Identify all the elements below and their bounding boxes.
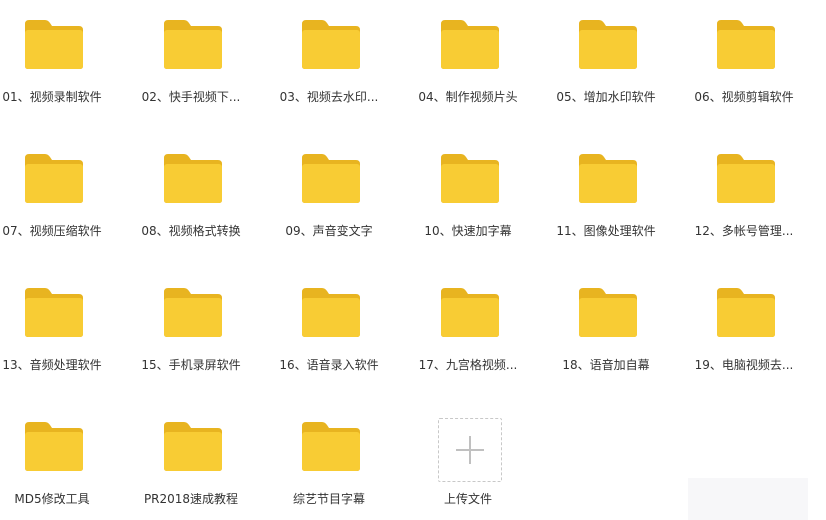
- folder-icon: [439, 18, 501, 70]
- upload-label: 上传文件: [443, 492, 492, 506]
- folder-label: 05、增加水印软件: [556, 90, 656, 104]
- upload-item[interactable]: 上传文件: [400, 402, 536, 512]
- folder-item[interactable]: 10、快速加字幕: [400, 134, 536, 244]
- folder-item[interactable]: MD5修改工具: [0, 402, 120, 512]
- folder-icon: [300, 18, 362, 70]
- folder-icon: [715, 18, 777, 70]
- corner-overlay: [688, 478, 808, 520]
- folder-icon: [577, 286, 639, 338]
- folder-item[interactable]: 06、视频剪辑软件: [676, 0, 812, 110]
- folder-icon: [577, 18, 639, 70]
- folder-item[interactable]: 综艺节目字幕: [261, 402, 397, 512]
- folder-label: 08、视频格式转换: [141, 224, 241, 238]
- folder-icon: [23, 18, 85, 70]
- folder-label: 11、图像处理软件: [556, 224, 656, 238]
- folder-label: 01、视频录制软件: [2, 90, 102, 104]
- folder-icon: [162, 286, 224, 338]
- folder-label: 18、语音加自幕: [562, 358, 650, 372]
- folder-item[interactable]: 12、多帐号管理...: [676, 134, 812, 244]
- folder-label: PR2018速成教程: [143, 492, 239, 506]
- folder-item[interactable]: 13、音频处理软件: [0, 268, 120, 378]
- folder-item[interactable]: 07、视频压缩软件: [0, 134, 120, 244]
- folder-label: 09、声音变文字: [285, 224, 373, 238]
- folder-item[interactable]: PR2018速成教程: [123, 402, 259, 512]
- folder-item[interactable]: 17、九宫格视频...: [400, 268, 536, 378]
- folder-item[interactable]: 01、视频录制软件: [0, 0, 120, 110]
- folder-label: 04、制作视频片头: [418, 90, 518, 104]
- folder-label: 02、快手视频下...: [141, 90, 241, 104]
- folder-item[interactable]: 19、电脑视频去...: [676, 268, 812, 378]
- folder-icon: [439, 152, 501, 204]
- folder-item[interactable]: 18、语音加自幕: [538, 268, 674, 378]
- folder-label: 19、电脑视频去...: [694, 358, 794, 372]
- folder-label: 06、视频剪辑软件: [694, 90, 794, 104]
- folder-label: 16、语音录入软件: [279, 358, 379, 372]
- plus-icon: [456, 436, 484, 464]
- folder-icon: [715, 286, 777, 338]
- folder-icon: [23, 286, 85, 338]
- folder-label: 综艺节目字幕: [292, 492, 365, 506]
- folder-icon: [300, 152, 362, 204]
- folder-icon: [300, 420, 362, 472]
- folder-icon: [577, 152, 639, 204]
- file-grid: 01、视频录制软件 02、快手视频下... 03、视频去水印... 04、制作视…: [0, 0, 826, 520]
- folder-item[interactable]: 09、声音变文字: [261, 134, 397, 244]
- folder-label: 15、手机录屏软件: [141, 358, 241, 372]
- folder-icon: [23, 420, 85, 472]
- folder-item[interactable]: 03、视频去水印...: [261, 0, 397, 110]
- folder-label: MD5修改工具: [14, 492, 90, 506]
- folder-label: 10、快速加字幕: [424, 224, 512, 238]
- folder-label: 12、多帐号管理...: [694, 224, 794, 238]
- folder-label: 13、音频处理软件: [2, 358, 102, 372]
- folder-label: 17、九宫格视频...: [418, 358, 518, 372]
- folder-icon: [23, 152, 85, 204]
- folder-icon: [162, 18, 224, 70]
- folder-item[interactable]: 15、手机录屏软件: [123, 268, 259, 378]
- folder-label: 03、视频去水印...: [279, 90, 379, 104]
- folder-icon: [162, 152, 224, 204]
- folder-item[interactable]: 02、快手视频下...: [123, 0, 259, 110]
- folder-icon: [300, 286, 362, 338]
- folder-item[interactable]: 11、图像处理软件: [538, 134, 674, 244]
- folder-item[interactable]: 05、增加水印软件: [538, 0, 674, 110]
- folder-item[interactable]: 16、语音录入软件: [261, 268, 397, 378]
- folder-item[interactable]: 04、制作视频片头: [400, 0, 536, 110]
- folder-icon: [715, 152, 777, 204]
- folder-label: 07、视频压缩软件: [2, 224, 102, 238]
- folder-icon: [439, 286, 501, 338]
- upload-button[interactable]: [438, 418, 502, 482]
- folder-item[interactable]: 08、视频格式转换: [123, 134, 259, 244]
- folder-icon: [162, 420, 224, 472]
